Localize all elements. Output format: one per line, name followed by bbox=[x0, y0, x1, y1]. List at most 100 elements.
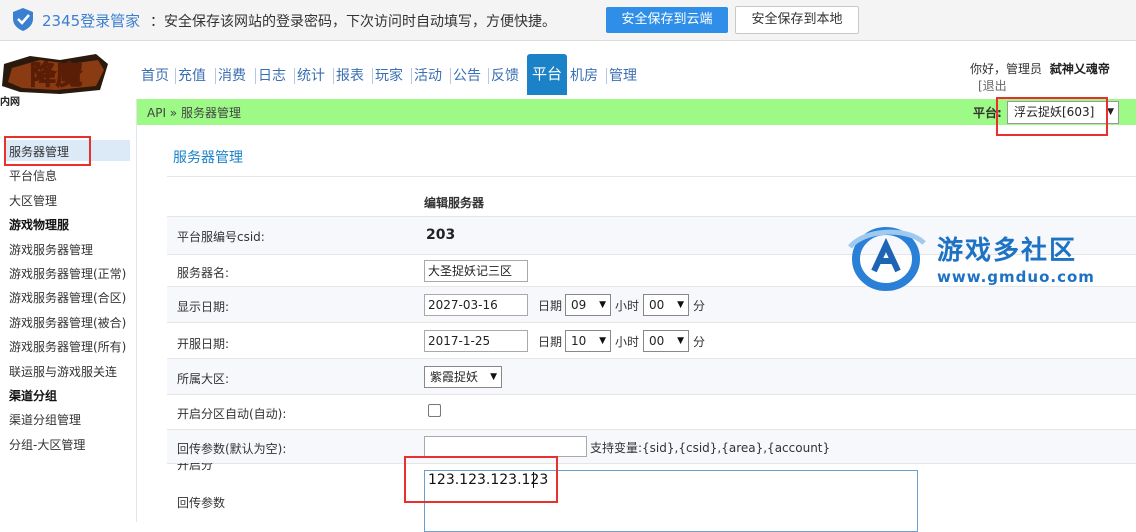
chevron-down-icon: ▼ bbox=[677, 336, 684, 346]
display-date-label: 显示日期: bbox=[177, 300, 230, 314]
display-minute-select[interactable]: 00 ▼ bbox=[643, 294, 689, 316]
nav-separator bbox=[294, 68, 295, 84]
nav-item-4[interactable]: 统计 bbox=[297, 62, 325, 90]
app-header bbox=[0, 41, 1136, 99]
display-date-input[interactable]: 2027-03-16 bbox=[424, 294, 528, 316]
sidebar-item[interactable]: 游戏服务器管理(合区) bbox=[9, 289, 126, 306]
nav-separator bbox=[215, 68, 216, 84]
logout-link[interactable]: [退出 bbox=[978, 79, 1007, 93]
nav-separator bbox=[255, 68, 256, 84]
area-label: 所属大区: bbox=[177, 372, 230, 386]
nav-item-8[interactable]: 公告 bbox=[453, 62, 481, 90]
callback2-label: 回传参数 bbox=[177, 496, 226, 510]
highlight-box bbox=[4, 136, 91, 166]
open-hour-value: 10 bbox=[571, 334, 587, 348]
nav-item-1[interactable]: 充值 bbox=[178, 62, 206, 90]
csid-value: 203 bbox=[426, 227, 456, 243]
sidebar-item[interactable]: 游戏服务器管理(所有) bbox=[9, 338, 126, 355]
area-value: 紫霞捉妖 bbox=[430, 370, 479, 384]
open-minute-select[interactable]: 00 ▼ bbox=[643, 330, 689, 352]
open-hour-select[interactable]: 10 ▼ bbox=[565, 330, 611, 352]
csid-label: 平台服编号csid: bbox=[177, 230, 265, 244]
nav-separator bbox=[175, 68, 176, 84]
sidebar-item[interactable]: 分组-大区管理 bbox=[9, 436, 85, 453]
open-minute-value: 00 bbox=[649, 334, 665, 348]
breadcrumb: API » 服务器管理 bbox=[147, 106, 241, 120]
watermark-url: www.gmduo.com bbox=[937, 268, 1095, 286]
chevron-down-icon: ▼ bbox=[599, 336, 606, 346]
shield-icon bbox=[13, 8, 33, 31]
logo-subtitle: 内网 bbox=[0, 97, 20, 108]
sidebar-item[interactable]: 游戏服务器管理(正常) bbox=[9, 265, 126, 282]
game-logo: 降魔 bbox=[2, 54, 108, 94]
server-name-input[interactable]: 大圣捉妖记三区 bbox=[424, 260, 528, 282]
divider bbox=[167, 394, 1136, 395]
nav-separator bbox=[372, 68, 373, 84]
save-to-local-button[interactable]: 安全保存到本地 bbox=[735, 6, 859, 34]
nav-item-2[interactable]: 消费 bbox=[218, 62, 246, 90]
nav-separator bbox=[333, 68, 334, 84]
nav-separator bbox=[450, 68, 451, 84]
chevron-down-icon: ▼ bbox=[490, 372, 497, 382]
chevron-down-icon: ▼ bbox=[1107, 107, 1114, 117]
minute-text: 分 bbox=[693, 299, 706, 313]
open-date-input[interactable]: 2017-1-25 bbox=[424, 330, 528, 352]
save-to-cloud-button[interactable]: 安全保存到云端 bbox=[606, 7, 728, 33]
nav-item-11[interactable]: 机房 bbox=[570, 62, 598, 90]
sidebar-item[interactable]: 联运服与游戏服关连 bbox=[9, 363, 117, 380]
nav-item-6[interactable]: 玩家 bbox=[375, 62, 403, 90]
page-title: 服务器管理 bbox=[173, 150, 243, 166]
nav-item-10[interactable]: 平台 bbox=[527, 54, 567, 95]
sidebar-item[interactable]: 大区管理 bbox=[9, 192, 57, 209]
minute-text: 分 bbox=[693, 335, 706, 349]
sidebar-item[interactable]: 游戏服务器管理 bbox=[9, 241, 93, 258]
area-select[interactable]: 紫霞捉妖 ▼ bbox=[424, 366, 502, 388]
divider bbox=[167, 463, 1136, 464]
nav-item-5[interactable]: 报表 bbox=[336, 62, 364, 90]
highlight-box bbox=[404, 456, 558, 503]
server-name-label: 服务器名: bbox=[177, 266, 230, 280]
display-hour-value: 09 bbox=[571, 298, 587, 312]
password-manager-brand: 2345登录管家 bbox=[42, 12, 141, 30]
chevron-down-icon: ▼ bbox=[677, 300, 684, 310]
callback-label: 回传参数(默认为空): bbox=[177, 442, 287, 456]
divider bbox=[167, 322, 1136, 323]
form-row-bg bbox=[167, 359, 1136, 394]
watermark-logo-icon bbox=[848, 227, 926, 291]
sidebar-item[interactable]: 游戏服务器管理(被合) bbox=[9, 314, 126, 331]
callback-hint: 支持变量:{sid},{csid},{area},{account} bbox=[590, 441, 831, 455]
user-name: 弑神乂魂帝 bbox=[1049, 62, 1110, 76]
nav-separator bbox=[411, 68, 412, 84]
callback-input[interactable] bbox=[424, 436, 587, 457]
open-date-label: 开服日期: bbox=[177, 337, 230, 351]
date-text: 日期 bbox=[538, 299, 563, 313]
hour-text: 小时 bbox=[615, 335, 640, 349]
nav-separator bbox=[606, 68, 607, 84]
divider bbox=[167, 176, 1136, 177]
sidebar-section-header: 渠道分组 bbox=[9, 389, 58, 403]
password-manager-message: ：安全保存该网站的登录密码，下次访问时自动填写，方便快捷。 bbox=[150, 14, 556, 30]
watermark-title: 游戏多社区 bbox=[937, 236, 1078, 266]
sidebar-divider bbox=[136, 99, 137, 522]
sidebar-item[interactable]: 渠道分组管理 bbox=[9, 411, 81, 428]
greeting-text: 你好，管理员 bbox=[970, 62, 1043, 76]
highlight-box bbox=[996, 97, 1108, 136]
nav-item-12[interactable]: 管理 bbox=[609, 62, 637, 90]
user-greeting: 你好，管理员 弑神乂魂帝 [退出 bbox=[970, 60, 1136, 94]
svg-text:降魔: 降魔 bbox=[30, 61, 82, 91]
auto-partition-label: 开启分区自动(自动): bbox=[177, 407, 287, 421]
hour-text: 小时 bbox=[615, 299, 640, 313]
sidebar-item[interactable]: 平台信息 bbox=[9, 167, 57, 184]
nav-item-0[interactable]: 首页 bbox=[141, 62, 169, 90]
nav-item-9[interactable]: 反馈 bbox=[491, 62, 519, 90]
auto-partition-checkbox[interactable] bbox=[428, 404, 441, 417]
form-title: 编辑服务器 bbox=[424, 196, 485, 210]
nav-separator bbox=[488, 68, 489, 84]
sidebar-section-header: 游戏物理服 bbox=[9, 218, 70, 232]
nav-item-7[interactable]: 活动 bbox=[414, 62, 442, 90]
nav-item-3[interactable]: 日志 bbox=[258, 62, 286, 90]
partial-label: 开启分 bbox=[177, 463, 214, 471]
chevron-down-icon: ▼ bbox=[599, 300, 606, 310]
date-text: 日期 bbox=[538, 335, 563, 349]
display-hour-select[interactable]: 09 ▼ bbox=[565, 294, 611, 316]
